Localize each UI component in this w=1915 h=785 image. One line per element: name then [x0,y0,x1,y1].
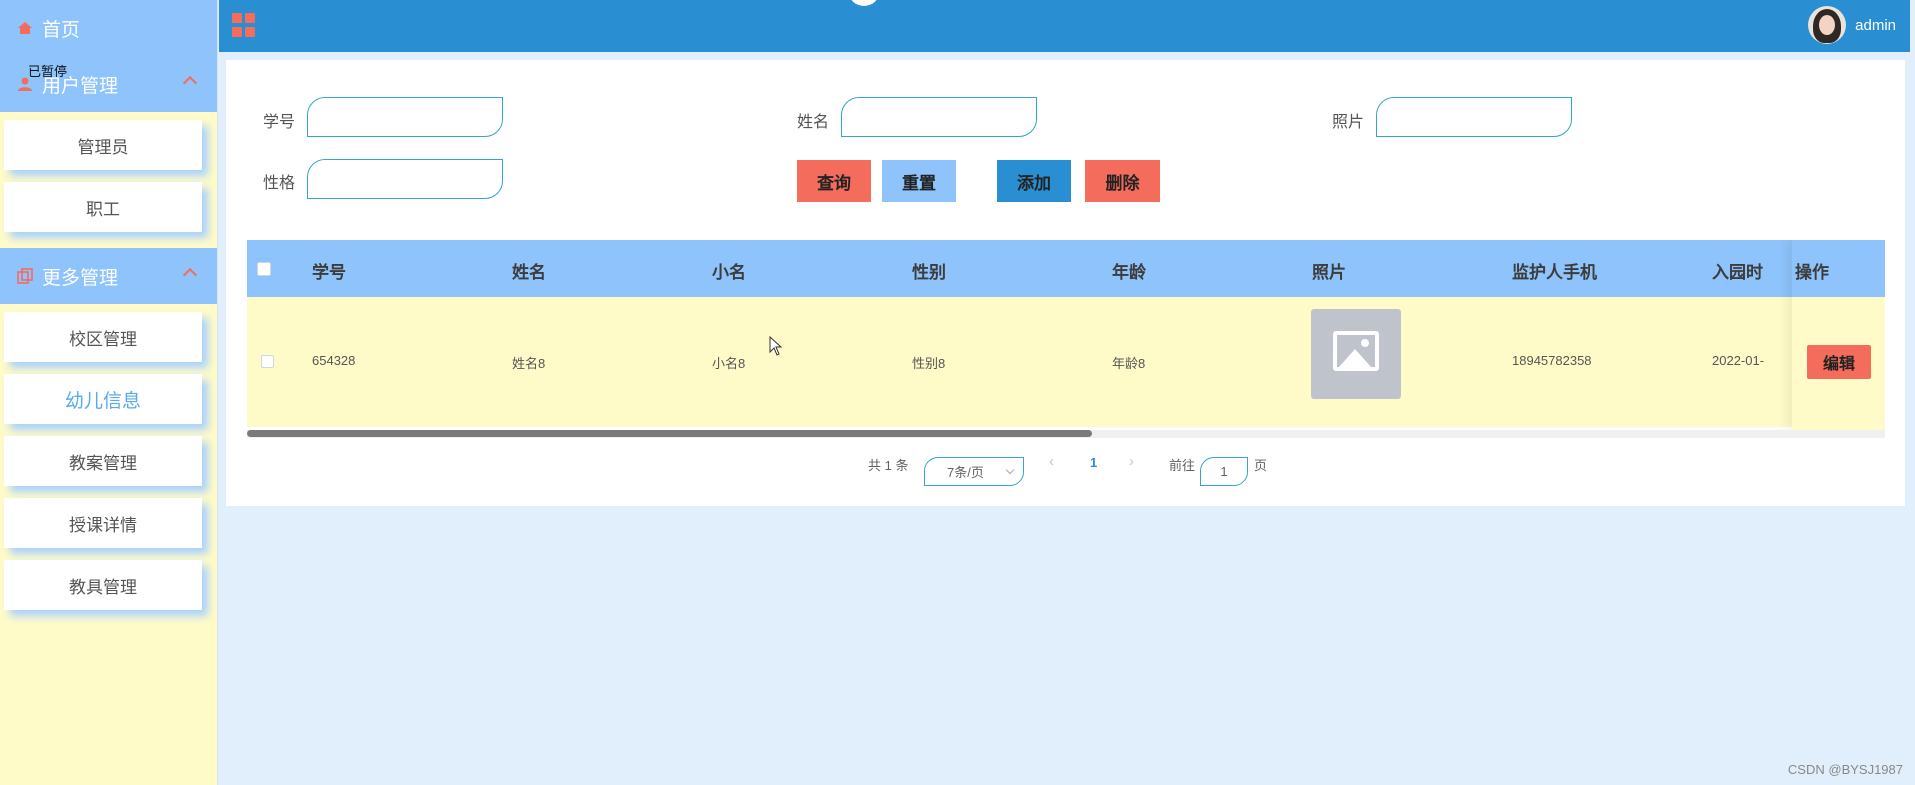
personality-label: 性格 [263,175,296,192]
data-table: 学号 姓名 小名 性别 年龄 照片 监护人手机 入园时 654328 姓名8 小… [247,240,1885,440]
col-enroll-date[interactable]: 入园时 [1712,258,1763,283]
select-all-checkbox[interactable] [257,262,271,276]
cell-gender: 性别8 [912,356,946,371]
photo-input[interactable] [1376,97,1572,137]
cell-student-id: 654328 [312,353,356,368]
menu-home[interactable]: 首页 [0,0,217,56]
user-submenu: 管理员 职工 [0,112,217,248]
delete-button[interactable]: 删除 [1085,160,1160,202]
table-header: 学号 姓名 小名 性别 年龄 照片 监护人手机 入园时 [247,240,1885,297]
image-placeholder-icon[interactable] [1311,309,1401,399]
name-input[interactable] [841,97,1037,137]
table-row[interactable]: 654328 姓名8 小名8 性别8 年龄8 18945782358 2022-… [247,297,1885,427]
col-student-id[interactable]: 学号 [312,258,346,283]
col-photo[interactable]: 照片 [1312,258,1346,283]
home-icon [16,19,34,37]
operation-header: 操作 [1792,240,1885,297]
sidebar-item-admin[interactable]: 管理员 [4,120,202,170]
copy-icon [16,267,34,285]
sidebar-item-campus[interactable]: 校区管理 [4,312,202,362]
sidebar-item-teaching-details[interactable]: 授课详情 [4,498,202,548]
more-submenu: 校区管理 幼儿信息 教案管理 授课详情 教具管理 [0,304,217,626]
sidebar-item-staff[interactable]: 职工 [4,182,202,232]
avatar[interactable] [1808,6,1846,44]
chevron-up-icon [182,75,198,91]
goto-label: 前往 [1169,458,1196,473]
mouse-cursor-icon [769,336,783,356]
sidebar: 首页 用户管理 已暂停 管理员 职工 更多管理 校区管理 幼儿信息 教案管理 授… [0,0,218,785]
col-nickname[interactable]: 小名 [712,258,746,283]
goto-page-input[interactable]: 1 [1200,457,1248,486]
page-size-select[interactable]: 7条/页 [924,457,1024,486]
watermark: CSDN @BYSJ1987 [1787,762,1903,777]
menu-home-label: 首页 [42,19,81,41]
name-label: 姓名 [797,114,830,131]
page-number-current[interactable]: 1 [1090,455,1097,470]
menu-more-management[interactable]: 更多管理 [0,248,217,304]
top-bar: admin [219,0,1910,52]
personality-input[interactable] [307,159,503,199]
col-operation: 操作 [1795,263,1829,282]
student-id-input[interactable] [307,97,503,137]
student-id-label: 学号 [263,114,296,131]
cell-enroll-date: 2022-01- [1712,353,1765,368]
cell-nickname: 小名8 [712,356,746,371]
cell-age: 年龄8 [1112,356,1146,371]
add-button[interactable]: 添加 [997,160,1071,202]
col-name[interactable]: 姓名 [512,258,546,283]
operation-column: 操作 编辑 [1792,240,1885,430]
cell-name: 姓名8 [512,356,546,371]
col-guardian-phone[interactable]: 监护人手机 [1512,258,1597,283]
sidebar-item-teaching-aids[interactable]: 教具管理 [4,560,202,610]
query-button[interactable]: 查询 [797,160,871,202]
username[interactable]: admin [1855,17,1896,34]
pagination-total: 共 1 条 [868,458,909,473]
reset-button[interactable]: 重置 [882,160,956,202]
content-panel: 学号 姓名 照片 性格 查询 重置 添加 删除 学号 姓名 小名 性别 年龄 照… [226,60,1905,506]
top-indicator [848,0,880,6]
chevron-down-icon [1005,465,1015,475]
chevron-up-icon [182,267,198,283]
col-gender[interactable]: 性别 [912,258,946,283]
photo-label: 照片 [1332,114,1365,131]
menu-more-management-label: 更多管理 [42,267,119,289]
cell-guardian-phone: 18945782358 [1512,353,1592,368]
col-age[interactable]: 年龄 [1112,258,1146,283]
row-checkbox[interactable] [261,355,274,368]
prev-page-icon[interactable]: ‹ [1049,453,1054,470]
sidebar-item-child-info[interactable]: 幼儿信息 [4,374,202,424]
page-size-value: 7条/页 [947,465,984,480]
sidebar-item-lesson-plans[interactable]: 教案管理 [4,436,202,486]
edit-button[interactable]: 编辑 [1807,345,1871,379]
next-page-icon[interactable]: › [1129,453,1134,470]
horizontal-scrollbar-thumb[interactable] [247,430,1092,437]
apps-grid-icon[interactable] [232,13,256,37]
paused-tooltip: 已暂停 [28,64,68,79]
page-suffix: 页 [1254,458,1268,473]
